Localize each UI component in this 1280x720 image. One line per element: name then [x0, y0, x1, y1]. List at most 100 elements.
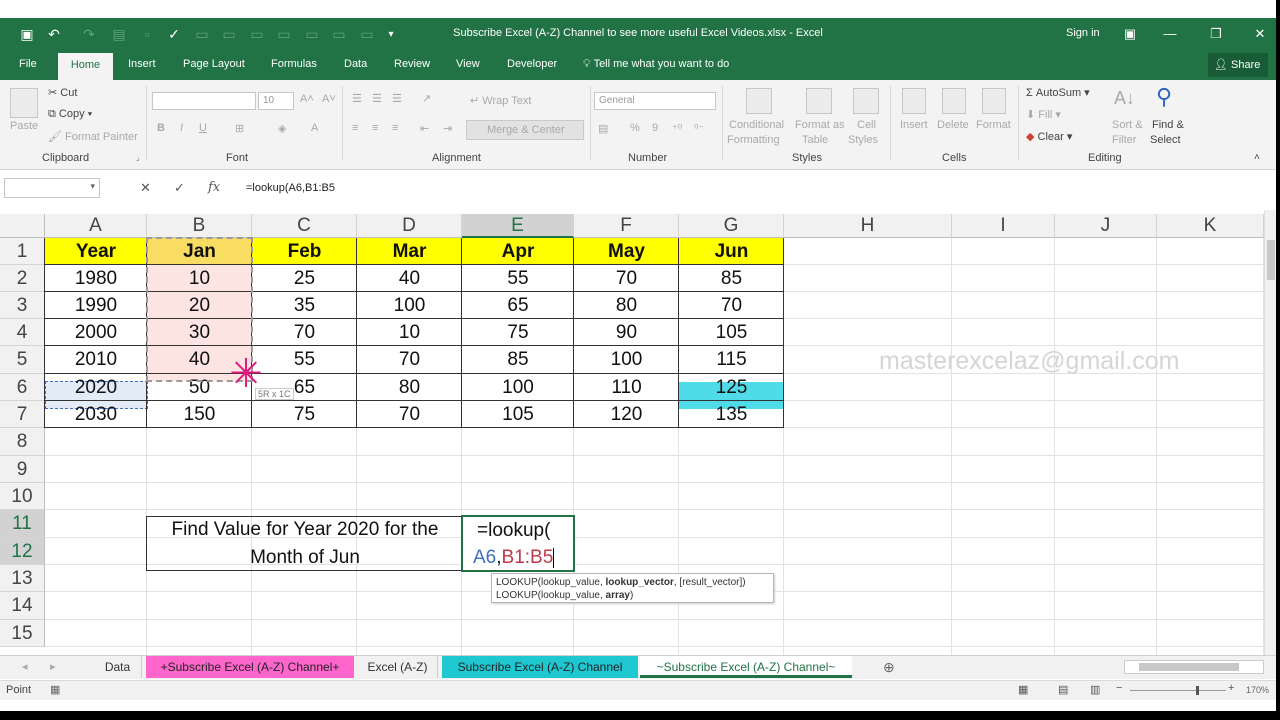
cut-button[interactable]: ✂ Cut [48, 86, 77, 99]
data-cell[interactable]: 70 [252, 319, 357, 346]
data-cell[interactable]: 150 [147, 401, 252, 428]
data-cell[interactable]: 80 [357, 374, 462, 401]
merge-center-button[interactable]: Merge & Center [466, 120, 584, 140]
data-cell[interactable]: 90 [574, 319, 679, 346]
row-header-6[interactable]: 6 [0, 374, 45, 401]
chevron-down-icon[interactable]: ▾ [90, 181, 95, 192]
row-header-4[interactable]: 4 [0, 319, 45, 346]
sheet-tab-subscribe-pink[interactable]: +Subscribe Excel (A-Z) Channel+ [146, 656, 354, 678]
data-cell[interactable]: 120 [574, 401, 679, 428]
row-header-11[interactable]: 11 [0, 510, 45, 538]
orientation-icon[interactable]: ↗ [422, 92, 431, 105]
cell-styles-line1[interactable]: Cell [857, 119, 876, 131]
format-cells-button[interactable]: Format [976, 119, 1011, 131]
data-cell[interactable]: 115 [679, 346, 784, 374]
sheet-tab-subscribe-teal[interactable]: Subscribe Excel (A-Z) Channel [442, 656, 638, 678]
tab-file[interactable]: File [19, 58, 37, 70]
decrease-decimal-icon[interactable]: ⁰⁻ [694, 122, 704, 135]
row-header-13[interactable]: 13 [0, 565, 45, 592]
header-cell[interactable]: Jun [679, 238, 784, 265]
column-header-a[interactable]: A [45, 214, 147, 238]
find-select-line1[interactable]: Find & [1152, 119, 1184, 131]
data-cell[interactable]: 70 [679, 292, 784, 319]
number-format-combo[interactable]: General [594, 92, 716, 110]
clipboard-launcher-icon[interactable]: ⌟ [136, 153, 140, 162]
tab-page-layout[interactable]: Page Layout [183, 58, 245, 70]
data-cell[interactable]: 55 [462, 265, 574, 292]
row-header-1[interactable]: 1 [0, 238, 45, 265]
tab-view[interactable]: View [456, 58, 480, 70]
accounting-icon[interactable]: ▤ [598, 122, 608, 135]
tab-data[interactable]: Data [344, 58, 367, 70]
tab-formulas[interactable]: Formulas [271, 58, 317, 70]
format-painter-button[interactable]: 🖌︎ Format Painter [48, 130, 138, 143]
active-edit-cell[interactable]: =lookup( A6,B1:B5 [461, 515, 575, 572]
sort-filter-line1[interactable]: Sort & [1112, 119, 1143, 131]
data-cell[interactable]: 70 [357, 401, 462, 428]
tooltip-line1[interactable]: LOOKUP(lookup_value, lookup_vector, [res… [496, 576, 769, 589]
sign-in-link[interactable]: Sign in [1066, 27, 1100, 39]
share-button[interactable]: 👤︎ Share [1208, 53, 1268, 77]
data-cell[interactable]: 65 [462, 292, 574, 319]
minimize-icon[interactable]: — [1160, 24, 1180, 44]
data-cell[interactable]: 40 [357, 265, 462, 292]
font-name-combo[interactable] [152, 92, 256, 110]
data-cell[interactable]: 85 [462, 346, 574, 374]
bold-button[interactable]: B [157, 122, 165, 134]
sort-filter-line2[interactable]: Filter [1112, 134, 1136, 146]
header-cell[interactable]: Apr [462, 238, 574, 265]
column-header-i[interactable]: I [952, 214, 1055, 238]
enter-icon[interactable]: ✓ [174, 180, 185, 196]
row-header-3[interactable]: 3 [0, 292, 45, 319]
clear-button[interactable]: ◆ Clear ▾ [1026, 130, 1072, 143]
cancel-icon[interactable]: ✕ [140, 180, 151, 196]
paste-icon[interactable] [10, 88, 38, 118]
column-header-k[interactable]: K [1157, 214, 1264, 238]
column-header-c[interactable]: C [252, 214, 357, 238]
fill-color-icon[interactable]: ◈ [278, 122, 286, 135]
conditional-formatting-line1[interactable]: Conditional [729, 119, 784, 131]
column-header-b[interactable]: B [147, 214, 252, 238]
cell-styles-line2[interactable]: Styles [848, 134, 878, 146]
data-cell[interactable]: 85 [679, 265, 784, 292]
tab-developer[interactable]: Developer [507, 58, 557, 70]
column-header-g[interactable]: G [679, 214, 784, 238]
row-header-9[interactable]: 9 [0, 456, 45, 483]
data-cell[interactable]: 75 [462, 319, 574, 346]
data-cell[interactable]: 35 [252, 292, 357, 319]
worksheet-grid[interactable]: ABCDEFGHIJK 1 2 3 4 5 6 7 8 9 10 11 12 13 14 15 Year Ja… [0, 210, 1276, 655]
ribbon-display-options-icon[interactable]: ▣ [1120, 24, 1140, 44]
autosum-button[interactable]: Σ AutoSum ▾ [1026, 86, 1090, 99]
data-cell[interactable]: 100 [574, 346, 679, 374]
data-cell[interactable]: 75 [252, 401, 357, 428]
select-all-corner[interactable] [0, 214, 45, 238]
column-header-e[interactable]: E [462, 214, 574, 238]
zoom-level[interactable]: 170% [1246, 685, 1269, 695]
macro-record-icon[interactable]: ▦ [50, 683, 60, 696]
data-cell[interactable]: 10 [357, 319, 462, 346]
row-header-2[interactable]: 2 [0, 265, 45, 292]
data-cell[interactable]: 125 [679, 374, 784, 401]
column-header-h[interactable]: H [784, 214, 952, 238]
column-header-d[interactable]: D [357, 214, 462, 238]
data-cell[interactable]: 135 [679, 401, 784, 428]
close-icon[interactable]: ✕ [1250, 24, 1270, 44]
name-box[interactable]: ▾ [4, 178, 100, 198]
font-color-icon[interactable]: A [311, 122, 318, 134]
normal-view-icon[interactable]: ▦ [1018, 683, 1028, 696]
tell-me-box[interactable]: 💡︎ Tell me what you want to do [583, 58, 729, 71]
row-header-7[interactable]: 7 [0, 401, 45, 428]
data-cell[interactable]: 70 [574, 265, 679, 292]
increase-decimal-icon[interactable]: ⁺⁰ [672, 122, 682, 135]
data-cell[interactable]: 1990 [45, 292, 147, 319]
increase-indent-icon[interactable]: ⇥ [443, 122, 452, 135]
font-size-combo[interactable]: 10 [258, 92, 294, 110]
grow-font-icon[interactable]: A˄ [300, 93, 314, 105]
sheet-tab-excel-az[interactable]: Excel (A-Z) [358, 656, 438, 678]
zoom-in-icon[interactable]: + [1228, 682, 1234, 694]
next-sheet-icon[interactable]: ▸ [50, 660, 56, 673]
tooltip-line2[interactable]: LOOKUP(lookup_value, array) [496, 589, 769, 602]
conditional-formatting-line2[interactable]: Formatting [727, 134, 780, 146]
row-header-8[interactable]: 8 [0, 428, 45, 456]
underline-button[interactable]: U [199, 122, 207, 134]
